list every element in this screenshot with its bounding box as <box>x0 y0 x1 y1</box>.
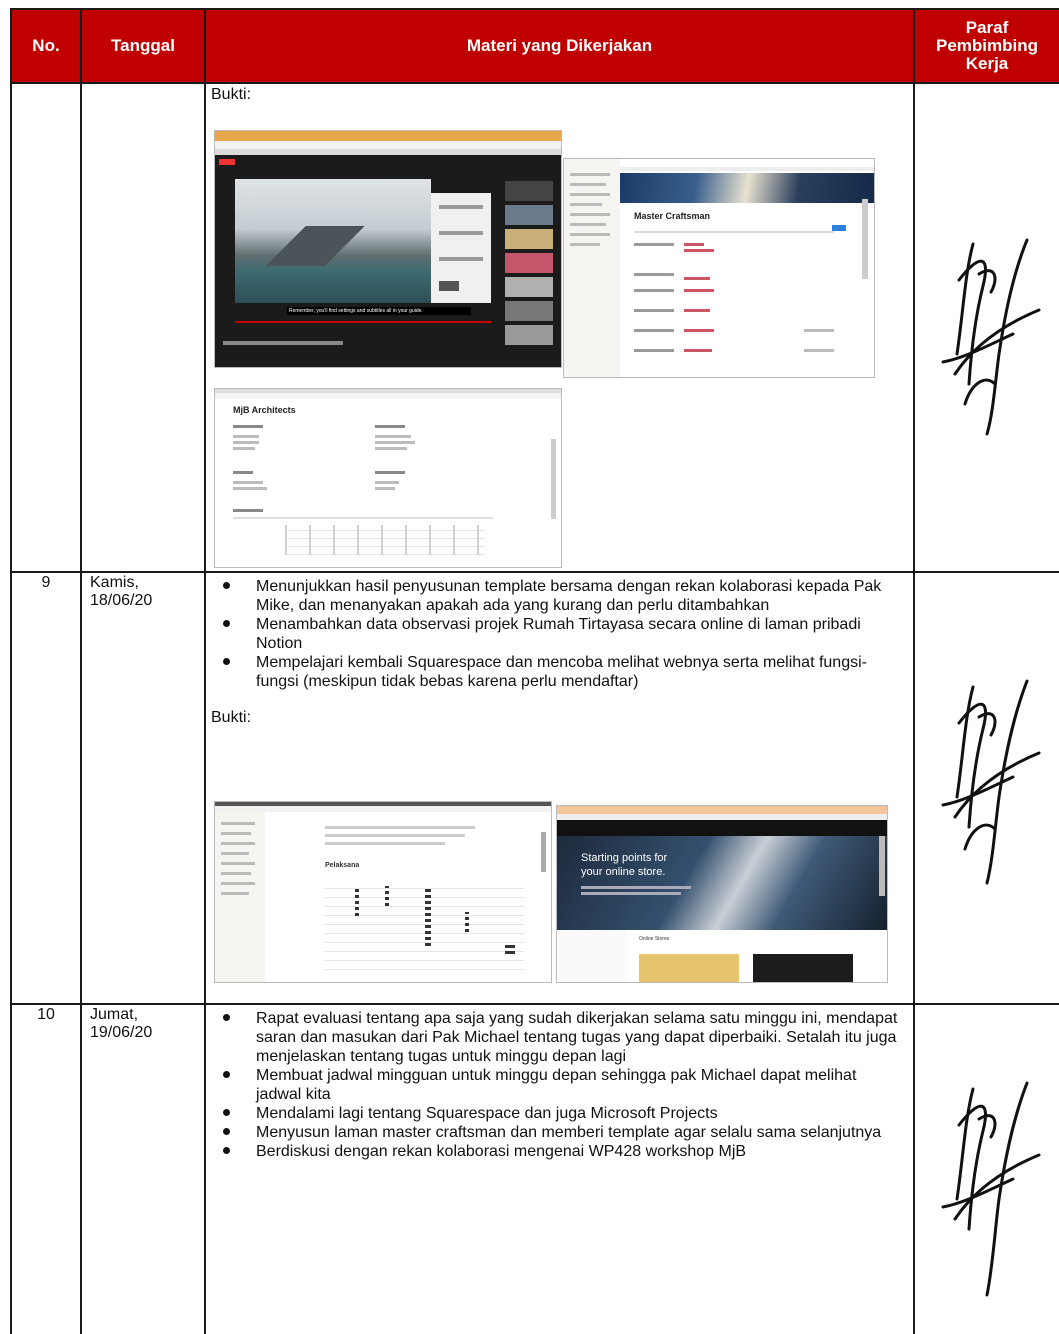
logbook-page: No. Tanggal Materi yang Dikerjakan Paraf… <box>0 0 1059 1334</box>
cell-paraf <box>913 571 1059 1005</box>
squarespace-store-screenshot: Starting points for your online store. O… <box>556 805 888 983</box>
youtube-video-screenshot: Remember, you'll find settings and subti… <box>214 130 562 368</box>
cell-materi: Menunjukkan hasil penyusunan template be… <box>204 571 915 1005</box>
tanggal-day: Kamis, <box>90 574 139 591</box>
header-materi: Materi yang Dikerjakan <box>204 8 915 84</box>
header-paraf-line-1: Paraf <box>965 18 1009 37</box>
list-item: Menambahkan data observasi projek Rumah … <box>206 615 913 653</box>
list-item: Menunjukkan hasil penyusunan template be… <box>206 577 913 615</box>
activity-list: Menunjukkan hasil penyusunan template be… <box>206 577 913 691</box>
cell-materi: Rapat evaluasi tentang apa saja yang sud… <box>204 1003 915 1334</box>
header-paraf-line-2: Pembimbing <box>935 36 1038 55</box>
activity-log-table: No. Tanggal Materi yang Dikerjakan Paraf… <box>10 8 1059 1334</box>
cell-paraf <box>913 82 1059 573</box>
notion-page-title-mjb: MjB Architects <box>233 405 296 415</box>
cell-paraf <box>913 1003 1059 1334</box>
bukti-label: Bukti: <box>211 709 252 726</box>
store-headline-line-2: your online store. <box>581 866 666 878</box>
list-item: Rapat evaluasi tentang apa saja yang sud… <box>206 1009 913 1066</box>
signature-image <box>941 679 1041 885</box>
tanggal-date: 18/06/20 <box>90 592 153 609</box>
store-section-label: Online Stores <box>639 936 670 942</box>
cell-no: 10 <box>10 1003 82 1334</box>
notion-page-title: Master Craftsman <box>634 211 711 221</box>
tanggal-date: 19/06/20 <box>90 1024 153 1041</box>
signature-image <box>941 238 1041 436</box>
store-headline-line-1: Starting points for <box>581 852 668 864</box>
cell-no: 9 <box>10 571 82 1005</box>
list-item: Membuat jadwal mingguan untuk minggu dep… <box>206 1066 913 1104</box>
list-item: Berdiskusi dengan rekan kolaborasi menge… <box>206 1142 913 1161</box>
notion-observation-table-screenshot: Pelaksana <box>214 801 552 983</box>
header-no: No. <box>10 8 82 84</box>
header-tanggal: Tanggal <box>80 8 206 84</box>
header-paraf-line-3: Kerja <box>965 54 1009 73</box>
table-title: Pelaksana <box>325 862 360 869</box>
cell-materi: Bukti: Remember, you'll find settings an… <box>204 82 915 573</box>
header-paraf: Paraf Pembimbing Kerja <box>913 8 1059 84</box>
list-item: Mempelajari kembali Squarespace dan menc… <box>206 653 913 691</box>
list-item: Menyusun laman master craftsman dan memb… <box>206 1123 913 1142</box>
list-item: Mendalami lagi tentang Squarespace dan j… <box>206 1104 913 1123</box>
notion-mjb-architects-screenshot: MjB Architects <box>214 388 562 568</box>
table-row: Bukti: Remember, you'll find settings an… <box>10 82 1059 573</box>
cell-tanggal <box>80 82 206 573</box>
video-caption: Remember, you'll find settings and subti… <box>287 307 471 315</box>
tanggal-day: Jumat, <box>90 1006 139 1023</box>
notion-master-craftsman-screenshot: Master Craftsman <box>563 158 875 378</box>
bukti-label: Bukti: <box>211 86 252 103</box>
cell-no <box>10 82 82 573</box>
cell-tanggal: Jumat, 19/06/20 <box>80 1003 206 1334</box>
signature-image <box>941 1081 1041 1297</box>
table-row: 10 Jumat, 19/06/20 Rapat evaluasi tentan… <box>10 1003 1059 1334</box>
table-row: 9 Kamis, 18/06/20 Menunjukkan hasil peny… <box>10 571 1059 1005</box>
activity-list: Rapat evaluasi tentang apa saja yang sud… <box>206 1009 913 1161</box>
table-header-row: No. Tanggal Materi yang Dikerjakan Paraf… <box>10 8 1059 84</box>
cell-tanggal: Kamis, 18/06/20 <box>80 571 206 1005</box>
